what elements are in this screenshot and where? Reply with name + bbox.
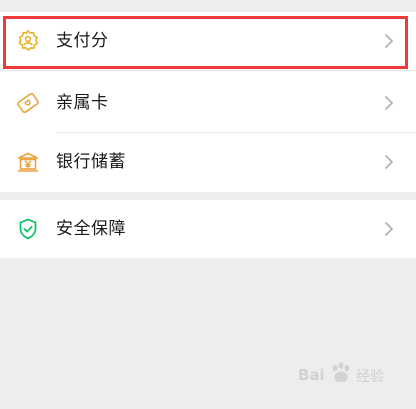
menu-group-security: 安全保障: [0, 200, 416, 258]
top-background-strip: [0, 0, 416, 12]
chevron-right-icon: [384, 221, 394, 237]
security-shield-icon: [16, 217, 40, 241]
menu-item-bank-deposit[interactable]: 银行储蓄: [0, 133, 416, 191]
paw-logo-icon: [328, 360, 354, 386]
chevron-right-icon: [384, 33, 394, 49]
bank-deposit-icon: [16, 150, 40, 174]
chevron-right-icon: [384, 95, 394, 111]
menu-item-label: 安全保障: [56, 219, 126, 239]
menu-group-services: 支付分 亲属卡 银行储蓄: [0, 12, 416, 192]
baidu-jingyan-watermark: Bai 经验: [298, 358, 406, 392]
menu-item-label: 银行储蓄: [56, 152, 126, 172]
row-divider: [0, 70, 416, 71]
menu-item-label: 亲属卡: [56, 93, 109, 113]
family-card-icon: [16, 91, 40, 115]
chevron-right-icon: [384, 154, 394, 170]
watermark-suffix: 经验: [356, 369, 384, 385]
payscore-badge-icon: [16, 29, 40, 53]
menu-item-security[interactable]: 安全保障: [0, 200, 416, 258]
menu-item-family-card[interactable]: 亲属卡: [0, 74, 416, 132]
watermark-brand: Bai: [298, 366, 325, 384]
menu-item-payscore[interactable]: 支付分: [0, 12, 416, 70]
menu-item-label: 支付分: [56, 31, 109, 51]
